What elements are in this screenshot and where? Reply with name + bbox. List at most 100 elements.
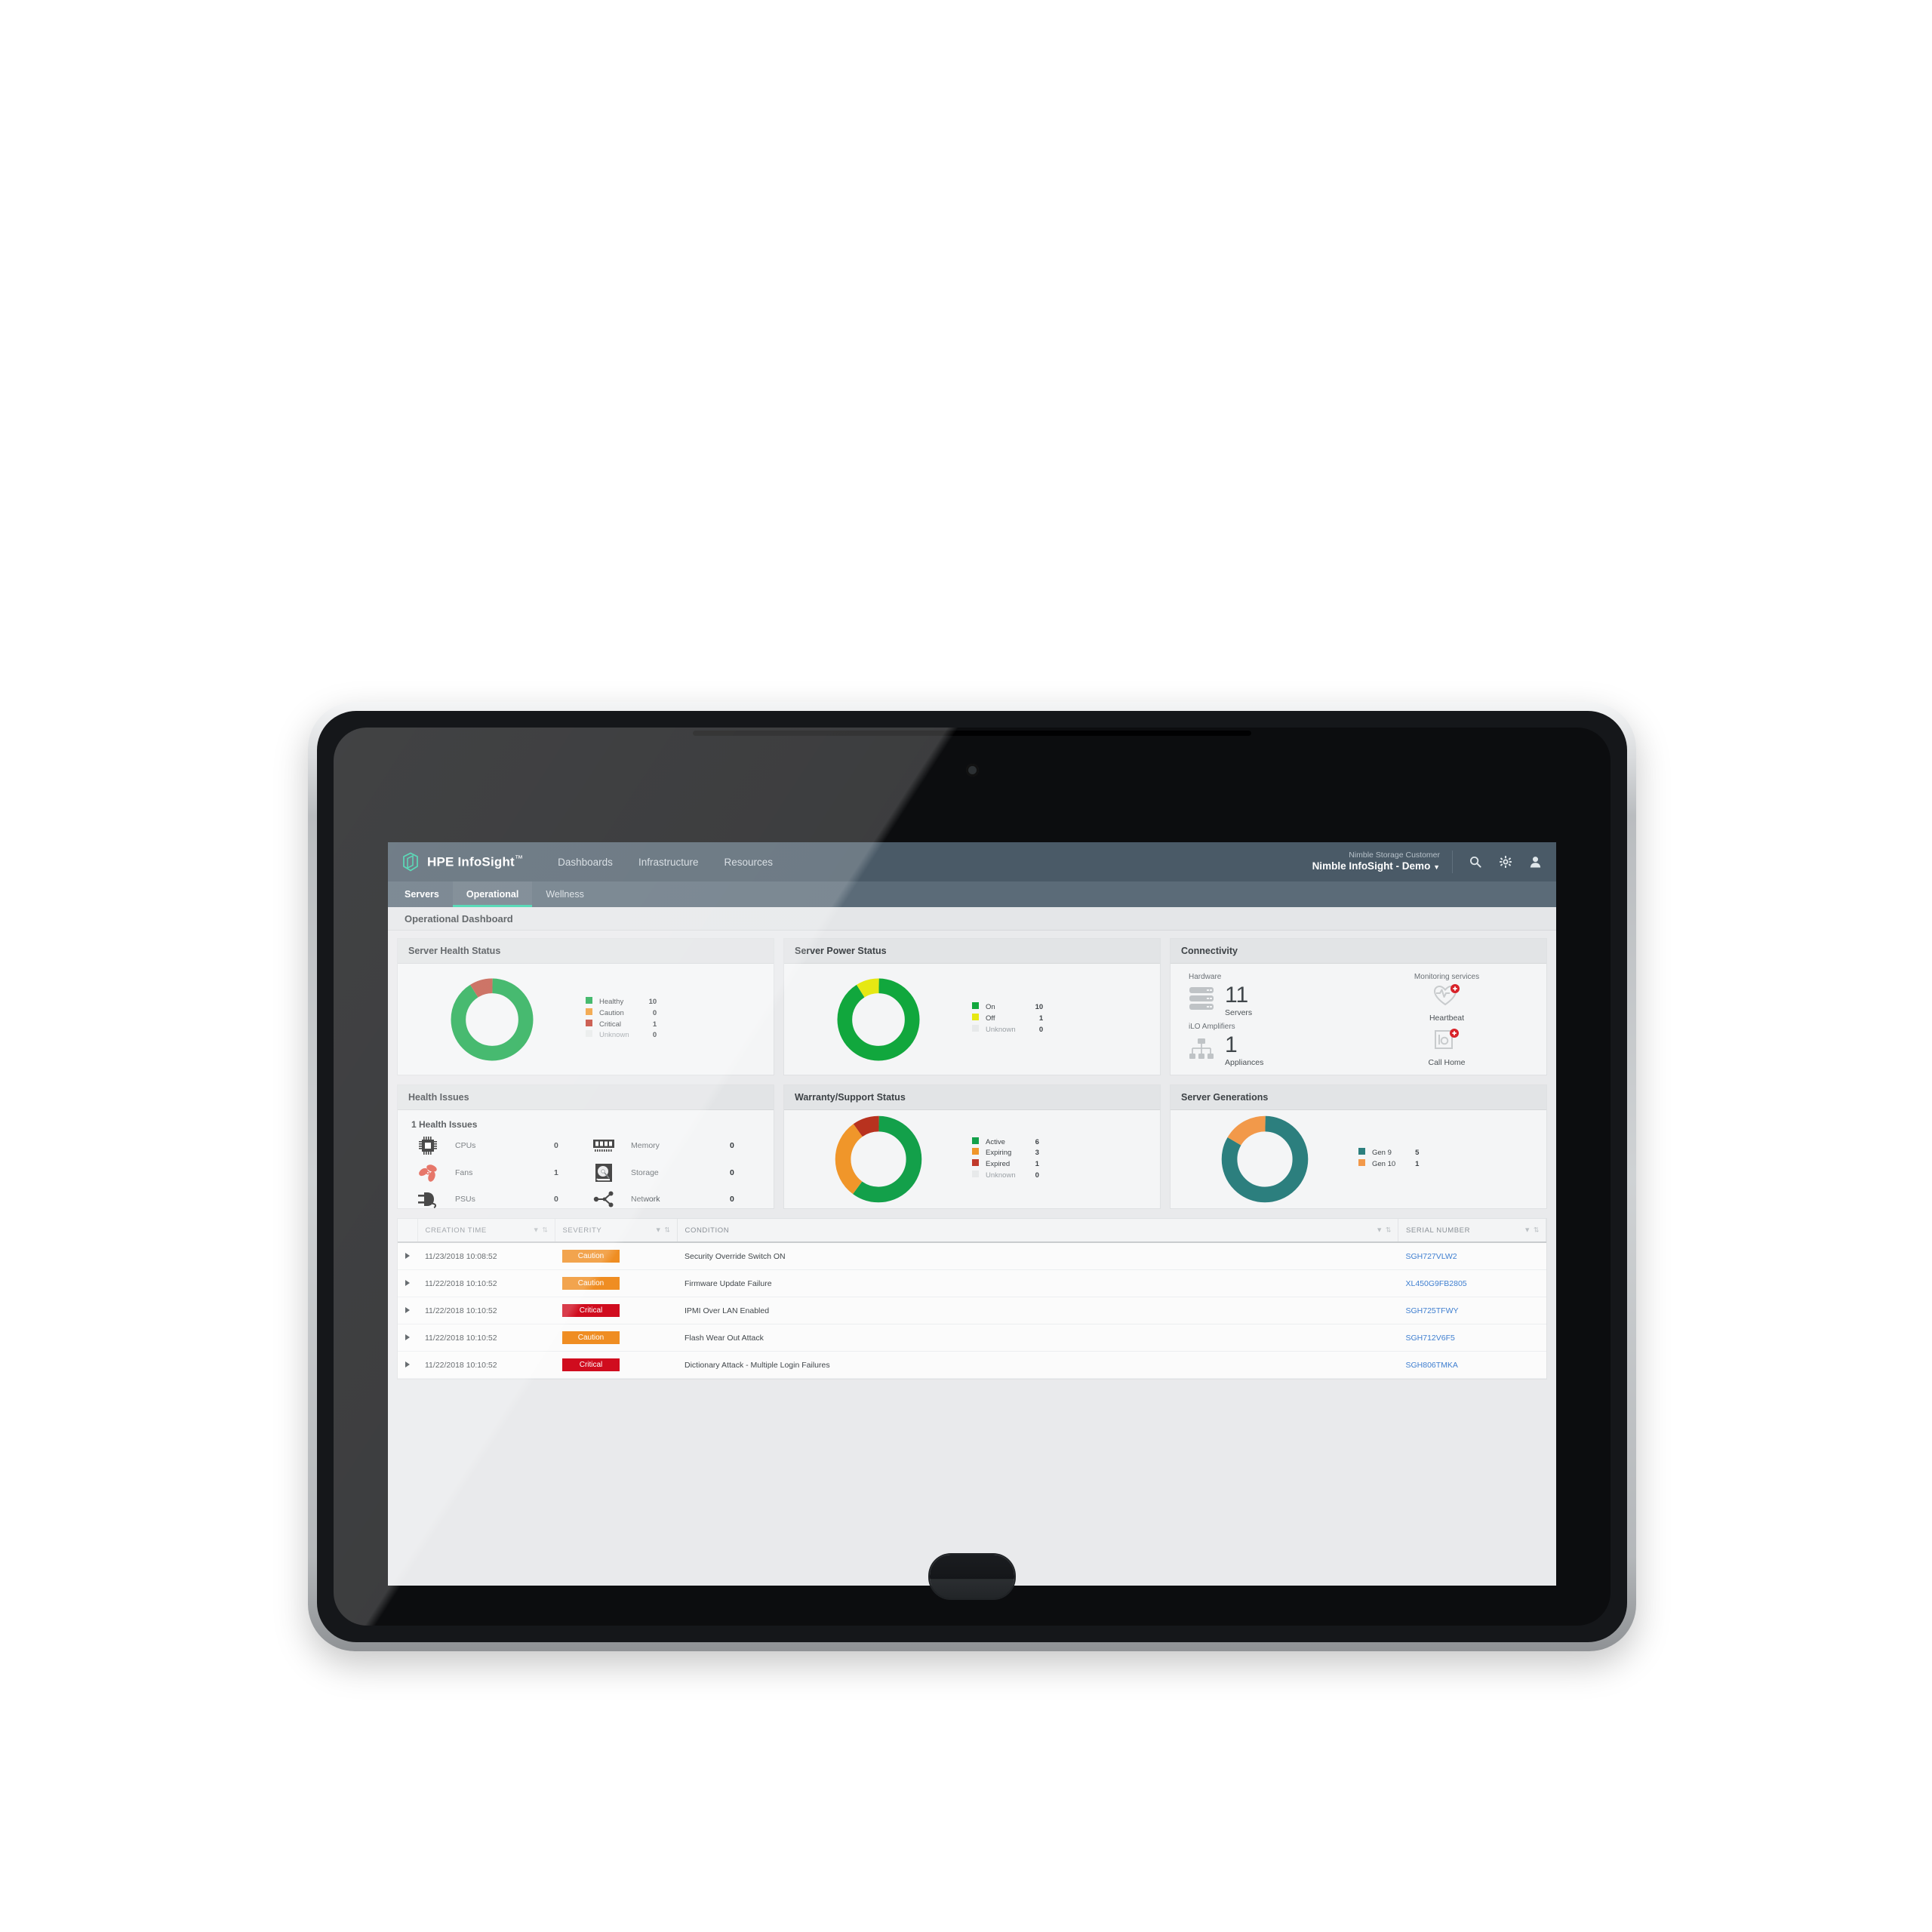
row-expand-toggle[interactable]: [398, 1297, 417, 1324]
server-power-donut[interactable]: [784, 975, 972, 1064]
tenant-selector[interactable]: Nimble Storage Customer Nimble InfoSight…: [1312, 851, 1452, 873]
generations-donut[interactable]: [1171, 1112, 1358, 1206]
cell-serial[interactable]: SGH727VLW2: [1398, 1242, 1546, 1270]
health-issue-value: 1: [554, 1168, 558, 1177]
generations-legend: Gen 9 5 Gen 10 1: [1358, 1148, 1546, 1170]
heartbeat-icon: [1433, 984, 1460, 1011]
serial-link[interactable]: SGH806TMKA: [1406, 1361, 1458, 1370]
health-issue-label: Storage: [631, 1168, 659, 1177]
psu-icon: [411, 1190, 445, 1208]
legend-label: Unknown: [986, 1171, 1016, 1180]
cell-condition: IPMI Over LAN Enabled: [677, 1297, 1398, 1324]
legend-value: 0: [652, 1031, 657, 1040]
legend-value: 0: [652, 1008, 657, 1017]
status-badge: Caution: [562, 1331, 620, 1344]
table-row[interactable]: 11/23/2018 10:08:52 Caution Security Ove…: [398, 1242, 1546, 1270]
home-button[interactable]: [930, 1555, 1014, 1598]
row-expand-toggle[interactable]: [398, 1269, 417, 1297]
row-expand-toggle[interactable]: [398, 1242, 417, 1270]
serial-link[interactable]: SGH712V6F5: [1406, 1334, 1455, 1343]
health-issue-network[interactable]: Network 0: [587, 1190, 763, 1208]
serial-link[interactable]: SGH727VLW2: [1406, 1252, 1457, 1261]
table-row[interactable]: 11/22/2018 10:10:52 Caution Flash Wear O…: [398, 1324, 1546, 1352]
health-issue-storage[interactable]: Storage 0: [587, 1163, 763, 1183]
cell-creation-time: 11/23/2018 10:08:52: [417, 1242, 555, 1270]
cell-condition: Security Override Switch ON: [677, 1242, 1398, 1270]
cell-serial[interactable]: SGH712V6F5: [1398, 1324, 1546, 1352]
server-health-donut[interactable]: [398, 975, 586, 1064]
tablet-device: HPE InfoSight™ Dashboards Infrastructure…: [308, 702, 1636, 1651]
card-body-warranty: Active 6 Expiring 3 Expired 1 Unknown 0: [784, 1110, 1160, 1208]
serial-link[interactable]: XL450G9FB2805: [1406, 1279, 1467, 1288]
th-sort-controls[interactable]: ▼ ⇅: [1376, 1226, 1392, 1235]
table-row[interactable]: 11/22/2018 10:10:52 Caution Firmware Upd…: [398, 1269, 1546, 1297]
serial-link[interactable]: SGH725TFWY: [1406, 1306, 1459, 1315]
table-row[interactable]: 11/22/2018 10:10:52 Critical Dictionary …: [398, 1351, 1546, 1379]
table-row[interactable]: 11/22/2018 10:10:52 Critical IPMI Over L…: [398, 1297, 1546, 1324]
nav-item-infrastructure[interactable]: Infrastructure: [638, 857, 699, 868]
primary-nav: Dashboards Infrastructure Resources: [558, 857, 773, 868]
legend-label: Gen 9: [1372, 1149, 1392, 1158]
health-issue-label: PSUs: [455, 1195, 475, 1204]
cell-condition: Firmware Update Failure: [677, 1269, 1398, 1297]
health-issue-memory[interactable]: Memory 0: [587, 1136, 763, 1155]
tab-servers[interactable]: Servers: [388, 881, 453, 907]
th-serial-number[interactable]: SERIAL NUMBER ▼ ⇅: [1398, 1219, 1546, 1243]
warranty-legend: Active 6 Expiring 3 Expired 1 Unknown 0: [972, 1137, 1160, 1182]
memory-icon: [587, 1138, 620, 1153]
appliances-count: 1: [1225, 1032, 1238, 1057]
nav-item-dashboards[interactable]: Dashboards: [558, 857, 613, 868]
search-icon[interactable]: [1469, 856, 1481, 868]
cell-serial[interactable]: XL450G9FB2805: [1398, 1269, 1546, 1297]
heartbeat-label: Heartbeat: [1429, 1014, 1465, 1023]
card-warranty-support-status: Warranty/Support Status Active 6 Expirin…: [783, 1084, 1161, 1209]
health-issue-value: 0: [554, 1141, 558, 1150]
row-expand-toggle[interactable]: [398, 1324, 417, 1352]
th-sort-controls[interactable]: ▼ ⇅: [1524, 1226, 1540, 1235]
brand-logo[interactable]: HPE InfoSight™: [401, 852, 523, 872]
nav-item-resources[interactable]: Resources: [724, 857, 773, 868]
cell-serial[interactable]: SGH725TFWY: [1398, 1297, 1546, 1324]
card-title-connectivity: Connectivity: [1171, 939, 1546, 964]
user-icon[interactable]: [1530, 856, 1541, 868]
storage-icon: [587, 1163, 620, 1183]
caret-right-icon: [405, 1279, 410, 1286]
card-title-server-power: Server Power Status: [784, 939, 1160, 964]
health-issue-psus[interactable]: PSUs 0: [411, 1190, 587, 1208]
th-sort-controls[interactable]: ▼ ⇅: [533, 1226, 549, 1235]
legend-value: 6: [1035, 1137, 1039, 1146]
row-expand-toggle[interactable]: [398, 1351, 417, 1379]
cell-creation-time: 11/22/2018 10:10:52: [417, 1269, 555, 1297]
cell-serial[interactable]: SGH806TMKA: [1398, 1351, 1546, 1379]
tablet-bezel: HPE InfoSight™ Dashboards Infrastructure…: [334, 728, 1611, 1626]
network-topology-icon: [1189, 1038, 1214, 1064]
status-badge: Critical: [562, 1304, 620, 1317]
legend-label: Expired: [986, 1160, 1011, 1168]
th-sort-controls[interactable]: ▼ ⇅: [655, 1226, 671, 1235]
status-badge: Caution: [562, 1250, 620, 1263]
health-issue-fans[interactable]: Fans 1: [411, 1163, 587, 1183]
dashboard-grid-row-1: Server Health Status Healthy 10 Caution …: [388, 931, 1556, 1075]
th-creation-time[interactable]: CREATION TIME ▼ ⇅: [417, 1219, 555, 1243]
cell-condition: Dictionary Attack - Multiple Login Failu…: [677, 1351, 1398, 1379]
legend-label: Off: [986, 1014, 995, 1023]
health-issue-cpus[interactable]: CPUs 0: [411, 1136, 587, 1155]
card-title-generations: Server Generations: [1171, 1085, 1546, 1110]
status-badge: Caution: [562, 1277, 620, 1290]
legend-value: 3: [1035, 1149, 1039, 1158]
legend-value: 1: [1415, 1160, 1420, 1168]
tab-operational[interactable]: Operational: [452, 881, 533, 907]
gear-icon[interactable]: [1500, 856, 1512, 868]
health-issue-value: 0: [730, 1141, 734, 1150]
sub-tab-bar: Servers Operational Wellness: [388, 881, 1556, 907]
card-title-health-issues: Health Issues: [398, 1085, 774, 1110]
th-severity[interactable]: SEVERITY ▼ ⇅: [555, 1219, 678, 1243]
warranty-donut[interactable]: [784, 1112, 972, 1206]
table-header-row: CREATION TIME ▼ ⇅ SEVERITY ▼ ⇅ CONDITION ▼ …: [398, 1219, 1546, 1243]
th-condition[interactable]: CONDITION ▼ ⇅: [677, 1219, 1398, 1243]
tab-wellness[interactable]: Wellness: [532, 881, 597, 907]
server-health-legend: Healthy 10 Caution 0 Critical 1 Unknown 0: [586, 997, 774, 1041]
ilo-label: iLO Amplifiers: [1189, 1023, 1235, 1031]
legend-value: 0: [1038, 1025, 1044, 1034]
cell-severity: Critical: [555, 1351, 677, 1379]
